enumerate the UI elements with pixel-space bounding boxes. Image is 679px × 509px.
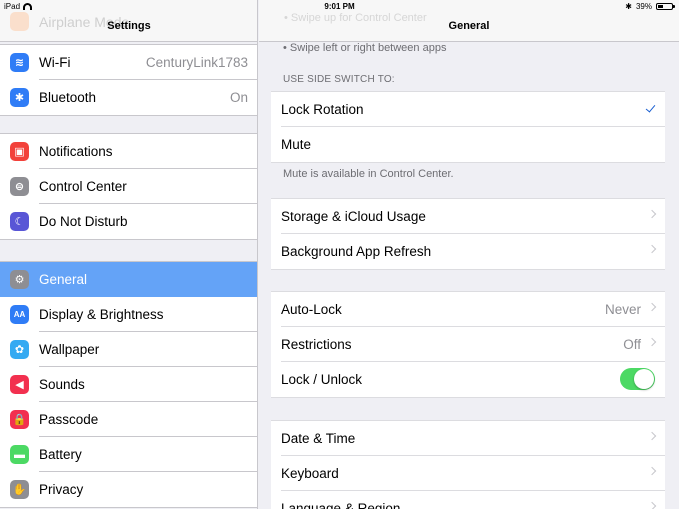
setting-value: Never <box>604 302 641 317</box>
setting-label: Mute <box>281 137 312 152</box>
side-switch-group: Lock Rotation Mute <box>271 91 665 163</box>
setting-row-restrictions[interactable]: Restrictions Off <box>271 327 665 362</box>
setting-label: Background App Refresh <box>281 244 432 259</box>
swipe-note: • Swipe left or right between apps <box>283 42 447 54</box>
wifi-icon: ≋ <box>10 53 29 72</box>
display-icon: AA <box>10 305 29 324</box>
chevron-right-icon <box>647 337 657 347</box>
setting-row-mute[interactable]: Mute <box>271 127 665 162</box>
bluetooth-icon: ✱ <box>10 88 29 107</box>
setting-row-keyboard[interactable]: Keyboard <box>271 456 665 491</box>
sidebar-item-bluetooth[interactable]: ✱ Bluetooth On <box>0 80 257 115</box>
setting-row-auto-lock[interactable]: Auto-Lock Never <box>271 292 665 327</box>
chevron-right-icon <box>647 302 657 312</box>
setting-label: Keyboard <box>281 466 339 481</box>
sidebar-item-label: Passcode <box>39 412 99 427</box>
sidebar-item-label: Notifications <box>39 144 113 159</box>
lock-group: Auto-Lock Never Restrictions Off Lock / Unlo… <box>271 291 665 398</box>
chevron-right-icon <box>647 431 657 441</box>
setting-row-lock-rotation[interactable]: Lock Rotation <box>271 92 665 127</box>
sidebar-item-general[interactable]: ⚙ General <box>0 262 257 297</box>
detail-title: General <box>448 20 490 32</box>
chevron-right-icon <box>647 501 657 509</box>
setting-row-lock-unlock[interactable]: Lock / Unlock <box>271 362 665 397</box>
setting-label: Date & Time <box>281 431 356 446</box>
sidebar-item-passcode[interactable]: 🔒 Passcode <box>0 402 257 437</box>
gear-icon: ⚙ <box>10 270 29 289</box>
sidebar-item-notifications[interactable]: ▣ Notifications <box>0 134 257 169</box>
status-right: ✱ 39% <box>625 2 675 11</box>
sidebar-item-control-center[interactable]: ⊜ Control Center <box>0 169 257 204</box>
mute-note: Mute is available in Control Center. <box>283 168 454 180</box>
sidebar-item-privacy[interactable]: ✋ Privacy <box>0 472 257 507</box>
sidebar-item-wallpaper[interactable]: ✿ Wallpaper <box>0 332 257 367</box>
sidebar-item-value: CenturyLink1783 <box>145 55 248 70</box>
control-center-icon: ⊜ <box>10 177 29 196</box>
sidebar-item-label: Battery <box>39 447 82 462</box>
sidebar-item-label: Control Center <box>39 179 127 194</box>
sidebar-group: ≋ Wi-Fi CenturyLink1783 ✱ Bluetooth On <box>0 44 257 116</box>
notifications-icon: ▣ <box>10 142 29 161</box>
sidebar-item-label: Display & Brightness <box>39 307 164 322</box>
lock-unlock-toggle[interactable] <box>620 368 655 390</box>
sidebar-item-value: On <box>229 90 248 105</box>
sidebar-item-label: Wi-Fi <box>39 55 71 70</box>
setting-label: Lock / Unlock <box>281 372 363 387</box>
sidebar-title: Settings <box>107 20 151 32</box>
toggle-knob <box>634 369 654 389</box>
setting-row-language-region[interactable]: Language & Region <box>271 491 665 509</box>
general-detail: • Swipe up for Control Center General • … <box>259 0 679 509</box>
datetime-group: Date & Time Keyboard Language & Region <box>271 420 665 509</box>
sidebar-item-label: Do Not Disturb <box>39 214 128 229</box>
side-switch-header: USE SIDE SWITCH TO: <box>283 74 395 85</box>
setting-row-storage-icloud-usage[interactable]: Storage & iCloud Usage <box>271 199 665 234</box>
sidebar-item-battery[interactable]: ▬ Battery <box>0 437 257 472</box>
status-bar: iPad 9:01 PM ✱ 39% <box>0 0 679 13</box>
moon-icon: ☾ <box>10 212 29 231</box>
setting-row-date-time[interactable]: Date & Time <box>271 421 665 456</box>
settings-sidebar: Airplane Mode Settings ≋ Wi-Fi CenturyLink… <box>0 0 258 509</box>
checkmark-icon <box>645 102 656 113</box>
sidebar-item-label: Privacy <box>39 482 84 497</box>
sidebar-group: ▣ Notifications ⊜ Control Center ☾ Do Not Dis… <box>0 133 257 240</box>
sidebar-item-label: Sounds <box>39 377 85 392</box>
setting-value: Off <box>623 337 641 352</box>
hand-icon: ✋ <box>10 480 29 499</box>
storage-group: Storage & iCloud Usage Background App Ref… <box>271 198 665 270</box>
setting-row-background-app-refresh[interactable]: Background App Refresh <box>271 234 665 269</box>
sidebar-item-sounds[interactable]: ◀ Sounds <box>0 367 257 402</box>
chevron-right-icon <box>647 466 657 476</box>
sidebar-item-label: Wallpaper <box>39 342 100 357</box>
wallpaper-icon: ✿ <box>10 340 29 359</box>
sidebar-item-wi-fi[interactable]: ≋ Wi-Fi CenturyLink1783 <box>0 45 257 80</box>
sidebar-item-display-brightness[interactable]: AA Display & Brightness <box>0 297 257 332</box>
sidebar-item-label: General <box>39 272 88 287</box>
setting-label: Storage & iCloud Usage <box>281 209 426 224</box>
bluetooth-status-icon: ✱ <box>625 2 632 11</box>
setting-label: Restrictions <box>281 337 352 352</box>
chevron-right-icon <box>647 244 657 254</box>
lock-icon: 🔒 <box>10 410 29 429</box>
setting-label: Language & Region <box>281 501 401 509</box>
sounds-icon: ◀ <box>10 375 29 394</box>
battery-percent: 39% <box>635 2 652 11</box>
battery-status-icon <box>656 3 675 10</box>
sidebar-item-label: Bluetooth <box>39 90 97 105</box>
setting-label: Lock Rotation <box>281 102 364 117</box>
battery-icon: ▬ <box>10 445 29 464</box>
chevron-right-icon <box>647 209 657 219</box>
sidebar-group: ⚙ General AA Display & Brightness ✿ Wallpaper… <box>0 261 257 508</box>
setting-label: Auto-Lock <box>281 302 342 317</box>
sidebar-item-do-not-disturb[interactable]: ☾ Do Not Disturb <box>0 204 257 239</box>
status-time: 9:01 PM <box>324 2 355 11</box>
